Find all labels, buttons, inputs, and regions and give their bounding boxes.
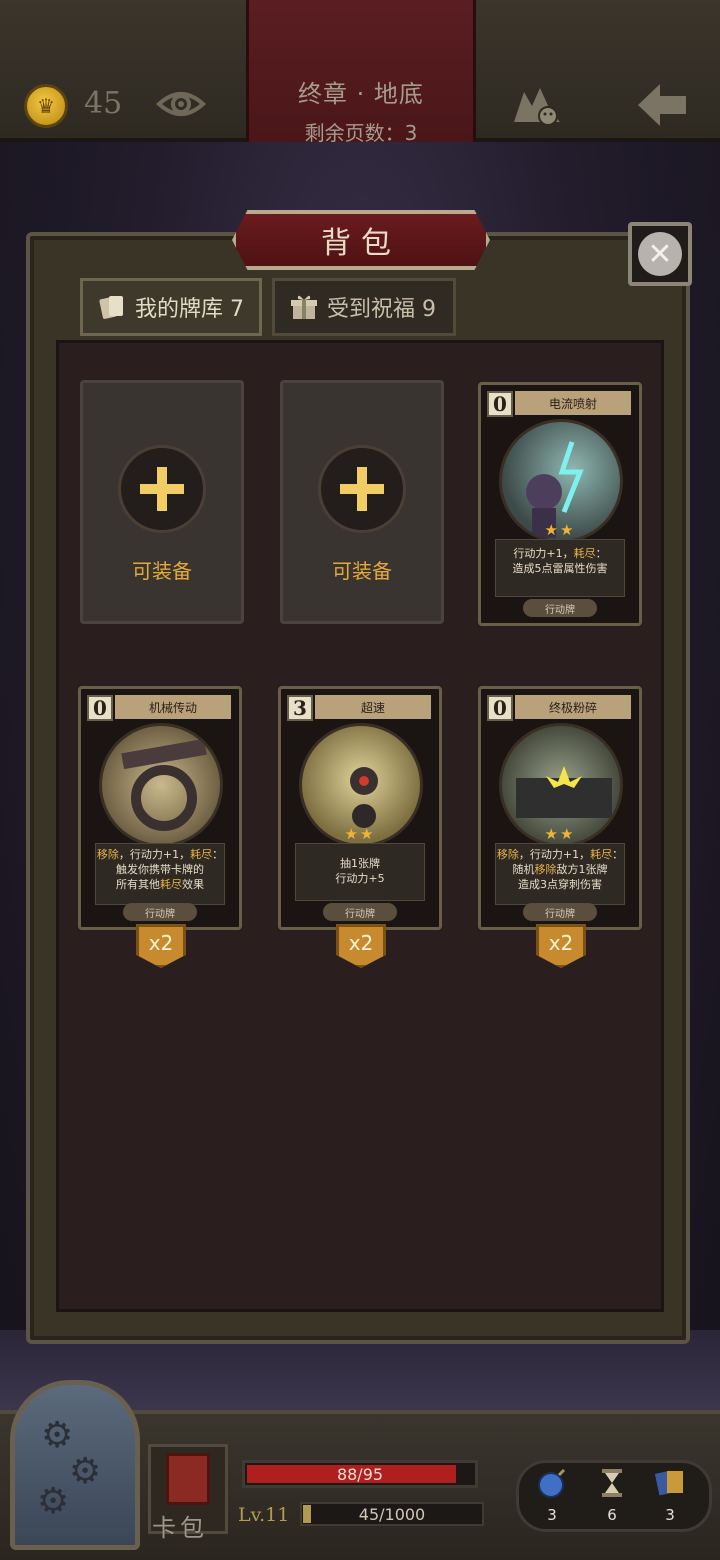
plus-icon [118, 445, 206, 533]
pages-remaining: 剩余页数：3 [304, 121, 418, 145]
tab-blessings[interactable]: 受到祝福 9 [272, 278, 456, 336]
card-pack-label: 卡包 [152, 1514, 208, 1542]
card-cost: 0 [87, 695, 113, 721]
xp-bar: 45/1000 [300, 1502, 484, 1526]
close-icon: ✕ [638, 232, 682, 276]
card-type: 行动牌 [523, 903, 597, 921]
card-stars: ★★ [544, 521, 576, 539]
eye-icon[interactable] [156, 84, 206, 124]
tab-label: 受到祝福 9 [327, 297, 436, 322]
empty-slot[interactable]: 可装备 [80, 380, 244, 624]
card-stars: ★★ [544, 825, 576, 843]
close-button[interactable]: ✕ [628, 222, 692, 286]
level-label: Lv.11 [238, 1504, 290, 1526]
bomb-icon [538, 1468, 566, 1498]
card-overspeed[interactable]: 3 超速 ★★ 抽1张牌 行动力+5 行动牌 [278, 686, 442, 930]
card-description: 行动力+1，耗尽： 造成5点雷属性伤害 [495, 539, 625, 597]
card-art-gears [99, 723, 223, 847]
panel-title-banner: 背包 [232, 210, 490, 270]
map-icon[interactable] [510, 82, 564, 130]
crown-coin-icon: ♛ [24, 84, 68, 128]
empty-slot[interactable]: 可装备 [280, 380, 444, 624]
card-mechanical-drive[interactable]: 0 机械传动 移除，行动力+1，耗尽： 触发你携带卡牌的 所有其他耗尽效果 行动… [78, 686, 242, 930]
tab-label: 我的牌库 7 [135, 297, 244, 322]
xp-text: 45/1000 [358, 1505, 426, 1524]
cards-icon [99, 296, 123, 319]
hp-bar: 88/95 [242, 1460, 478, 1488]
card-cost: 0 [487, 695, 513, 721]
slot-label: 可装备 [332, 559, 392, 583]
plus-icon [318, 445, 406, 533]
card-cost: 0 [487, 391, 513, 417]
resource-value: 3 [547, 1506, 557, 1524]
back-arrow-icon[interactable] [634, 80, 690, 130]
card-type: 行动牌 [123, 903, 197, 921]
card-description: 抽1张牌 行动力+5 [295, 843, 425, 901]
card-ultimate-crush[interactable]: 0 终极粉碎 ★★ 移除，行动力+1，耗尽： 随机移除敌方1张牌 造成3点穿刺伤… [478, 686, 642, 930]
resource-hourglass[interactable]: 6 [592, 1466, 632, 1524]
top-bar: ♛ 45 终章 · 地底 剩余页数：3 [0, 0, 720, 145]
hp-text: 88/95 [336, 1465, 384, 1484]
coin-count: 45 [84, 86, 123, 121]
resource-value: 6 [607, 1506, 617, 1524]
gear-icon: ⚙ [37, 1481, 70, 1522]
settings-gear-portal[interactable]: ⚙ ⚙ ⚙ [10, 1380, 140, 1550]
resource-value: 3 [665, 1506, 675, 1524]
card-electric-jet[interactable]: 0 电流喷射 ★★ 行动力+1，耗尽： 造成5点雷属性伤害 行动牌 [478, 382, 642, 626]
card-type: 行动牌 [323, 903, 397, 921]
gift-icon [291, 295, 317, 319]
cards-icon [654, 1470, 683, 1496]
card-name: 机械传动 [115, 695, 231, 719]
card-name: 终极粉碎 [515, 695, 631, 719]
tab-my-deck[interactable]: 我的牌库 7 [80, 278, 262, 336]
card-description: 移除，行动力+1，耗尽： 触发你携带卡牌的 所有其他耗尽效果 [95, 843, 225, 905]
card-description: 移除，行动力+1，耗尽： 随机移除敌方1张牌 造成3点穿刺伤害 [495, 843, 625, 905]
hourglass-icon [602, 1469, 622, 1497]
slot-label: 可装备 [132, 559, 192, 583]
gear-icon: ⚙ [69, 1451, 102, 1492]
resource-cards[interactable]: 3 [650, 1466, 690, 1524]
resource-bomb[interactable]: 3 [532, 1466, 572, 1524]
card-name: 电流喷射 [515, 391, 631, 415]
card-type: 行动牌 [523, 599, 597, 617]
card-name: 超速 [315, 695, 431, 719]
gear-icon: ⚙ [41, 1415, 74, 1456]
card-stars: ★★ [344, 825, 376, 843]
chapter-title: 终章 · 地底 [298, 80, 424, 108]
panel-title: 背包 [321, 226, 401, 261]
book-icon [166, 1453, 210, 1505]
chapter-banner: 终章 · 地底 剩余页数：3 [246, 0, 476, 145]
card-cost: 3 [287, 695, 313, 721]
